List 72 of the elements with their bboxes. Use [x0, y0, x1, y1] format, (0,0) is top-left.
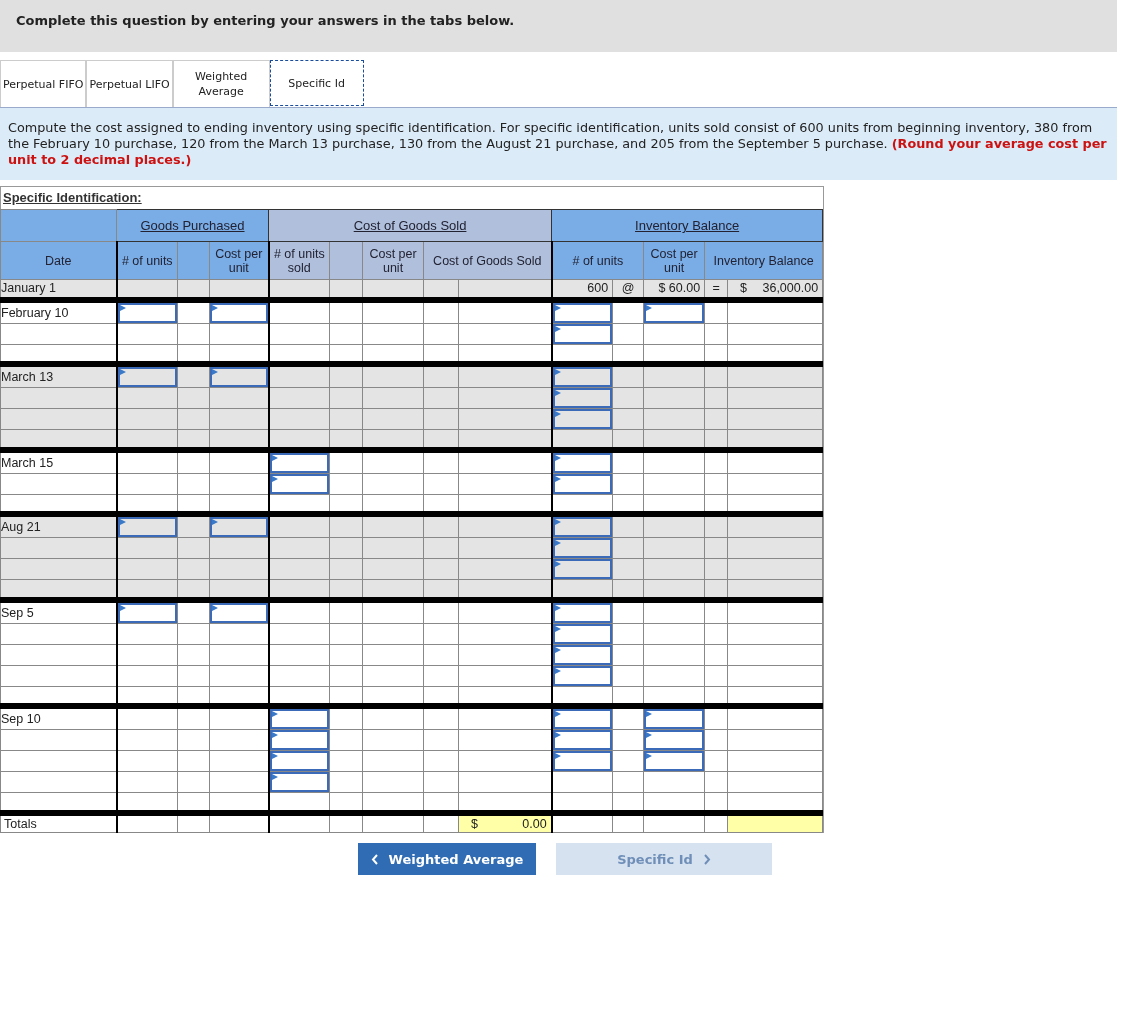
chevron-icon [370, 853, 379, 865]
group-header: Goods Purchased [140, 218, 245, 233]
chevron-icon [702, 853, 711, 865]
balance-value: 36,000.00 [762, 281, 820, 296]
answer-field[interactable] [644, 751, 705, 771]
question-banner: Complete this question by entering your answers in the tabs below. [0, 0, 1117, 52]
answer-field[interactable] [552, 730, 613, 750]
previous-button[interactable]: Weighted Average [358, 843, 536, 875]
answer-field[interactable] [210, 367, 268, 387]
tab[interactable]: Specific Id [269, 60, 364, 106]
total-value: 0.00 [522, 816, 548, 831]
answer-field[interactable] [552, 452, 613, 473]
answer-field[interactable] [552, 751, 613, 771]
currency-sign: $ [739, 281, 748, 296]
currency-sign: $ [470, 816, 478, 831]
answer-field[interactable] [552, 517, 613, 537]
tab[interactable]: Perpetual FIFO [0, 60, 87, 107]
answer-field[interactable] [552, 602, 613, 623]
column-header: Inventory Balance [704, 241, 823, 280]
column-header: # of units [551, 241, 644, 280]
date-cell: March 13 [0, 364, 117, 388]
equals-sign: = [712, 281, 720, 296]
answer-field[interactable] [552, 473, 613, 494]
answer-field[interactable] [552, 559, 613, 579]
answer-field[interactable] [644, 730, 705, 750]
column-header: Cost per unit [362, 241, 424, 280]
answer-field[interactable] [552, 388, 613, 408]
answer-field[interactable] [117, 302, 177, 323]
date-cell: Sep 5 [0, 599, 117, 623]
answer-field[interactable] [552, 409, 613, 429]
group-header: Cost of Goods Sold [353, 218, 467, 233]
group-header: Inventory Balance [635, 218, 740, 233]
answer-field[interactable] [552, 623, 613, 644]
answer-field[interactable] [552, 538, 613, 558]
column-header: Cost per unit [643, 241, 705, 280]
answer-field[interactable] [269, 730, 330, 750]
answer-field[interactable] [552, 665, 613, 686]
answer-field[interactable] [644, 302, 705, 323]
date-cell: Sep 10 [0, 706, 117, 730]
date-cell: Aug 21 [0, 514, 117, 538]
column-header: # of units sold [268, 241, 330, 280]
answer-field[interactable] [269, 452, 330, 473]
column-header: Cost per unit [209, 241, 269, 280]
tab[interactable]: Perpetual LIFO [86, 60, 173, 107]
answer-field[interactable] [117, 367, 177, 387]
answer-field[interactable] [269, 751, 330, 771]
cost-value: $ 60.00 [658, 281, 701, 296]
table-title: Specific Identification: [2, 189, 143, 207]
column-header: # of units [116, 241, 178, 280]
answer-field[interactable] [552, 644, 613, 665]
answer-field[interactable] [552, 302, 613, 323]
date-cell: February 10 [0, 299, 117, 323]
answer-field[interactable] [552, 709, 613, 729]
answer-field[interactable] [644, 709, 705, 729]
answer-field[interactable] [269, 709, 330, 729]
tab[interactable]: Weighted Average [172, 60, 270, 107]
answer-field[interactable] [210, 302, 268, 323]
answer-field[interactable] [552, 323, 613, 344]
answer-field[interactable] [269, 772, 330, 792]
column-header: Date [0, 241, 117, 280]
instructions-text: Compute the cost assigned to ending inventory using specific identification. For specific identification, units sold consist of 600 units from beginning inventory, 380 from the February 10 purchase, 120 from the March 13 purchase, 130 from the August 21 purchase, and 205 from the September 5 purchase. (Round your average cost per unit to 2 decimal places.) [0, 107, 1117, 180]
answer-field[interactable] [210, 602, 268, 623]
answer-field[interactable] [269, 473, 330, 494]
answer-field[interactable] [117, 602, 177, 623]
answer-field[interactable] [210, 517, 268, 537]
column-header: Cost of Goods Sold [423, 241, 552, 280]
totals-label: Totals [3, 816, 37, 831]
units-value: 600 [587, 281, 609, 296]
answer-field[interactable] [117, 517, 177, 537]
answer-field[interactable] [552, 367, 613, 387]
date-cell: March 15 [0, 449, 117, 473]
at-sign: @ [621, 281, 635, 296]
